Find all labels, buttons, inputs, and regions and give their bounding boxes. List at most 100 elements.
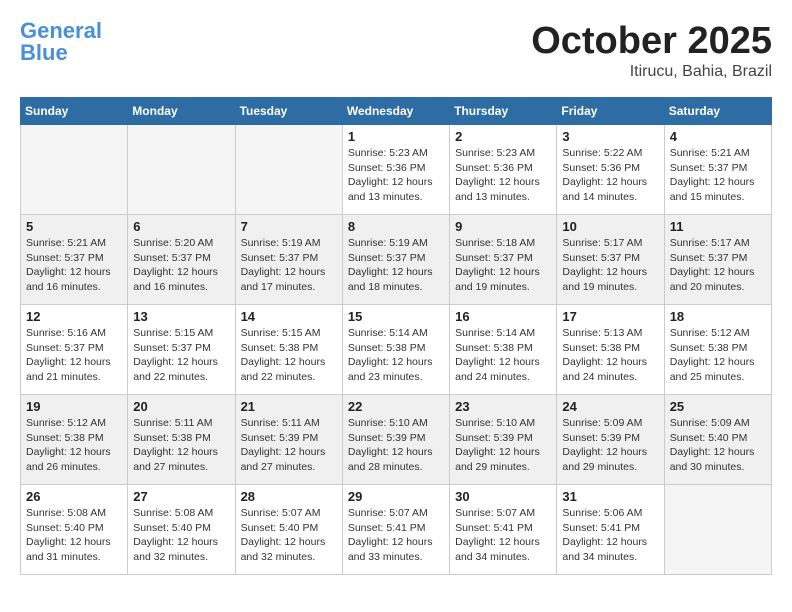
day-info: Sunrise: 5:11 AM Sunset: 5:39 PM Dayligh… xyxy=(241,416,337,475)
day-number: 8 xyxy=(348,219,444,234)
day-number: 25 xyxy=(670,399,766,414)
calendar-cell xyxy=(128,125,235,215)
day-number: 23 xyxy=(455,399,551,414)
calendar-cell: 22 Sunrise: 5:10 AM Sunset: 5:39 PM Dayli… xyxy=(342,395,449,485)
calendar-cell: 10 Sunrise: 5:17 AM Sunset: 5:37 PM Dayli… xyxy=(557,215,664,305)
calendar-cell: 20 Sunrise: 5:11 AM Sunset: 5:38 PM Dayli… xyxy=(128,395,235,485)
calendar-table: SundayMondayTuesdayWednesdayThursdayFrid… xyxy=(20,97,772,575)
day-info: Sunrise: 5:15 AM Sunset: 5:38 PM Dayligh… xyxy=(241,326,337,385)
day-number: 20 xyxy=(133,399,229,414)
calendar-cell: 8 Sunrise: 5:19 AM Sunset: 5:37 PM Daylig… xyxy=(342,215,449,305)
title-block: October 2025 Itirucu, Bahia, Brazil xyxy=(531,20,772,81)
day-number: 31 xyxy=(562,489,658,504)
header-tuesday: Tuesday xyxy=(235,98,342,125)
day-number: 18 xyxy=(670,309,766,324)
day-info: Sunrise: 5:17 AM Sunset: 5:37 PM Dayligh… xyxy=(670,236,766,295)
day-number: 27 xyxy=(133,489,229,504)
day-number: 19 xyxy=(26,399,122,414)
day-info: Sunrise: 5:09 AM Sunset: 5:39 PM Dayligh… xyxy=(562,416,658,475)
calendar-cell: 17 Sunrise: 5:13 AM Sunset: 5:38 PM Dayli… xyxy=(557,305,664,395)
calendar-cell xyxy=(664,485,771,575)
day-info: Sunrise: 5:19 AM Sunset: 5:37 PM Dayligh… xyxy=(348,236,444,295)
logo: General Blue xyxy=(20,20,102,64)
calendar-cell: 3 Sunrise: 5:22 AM Sunset: 5:36 PM Daylig… xyxy=(557,125,664,215)
day-number: 5 xyxy=(26,219,122,234)
header-saturday: Saturday xyxy=(664,98,771,125)
header-friday: Friday xyxy=(557,98,664,125)
day-number: 17 xyxy=(562,309,658,324)
calendar-cell: 6 Sunrise: 5:20 AM Sunset: 5:37 PM Daylig… xyxy=(128,215,235,305)
header-thursday: Thursday xyxy=(450,98,557,125)
day-info: Sunrise: 5:23 AM Sunset: 5:36 PM Dayligh… xyxy=(348,146,444,205)
calendar-week-row: 19 Sunrise: 5:12 AM Sunset: 5:38 PM Dayli… xyxy=(21,395,772,485)
day-info: Sunrise: 5:16 AM Sunset: 5:37 PM Dayligh… xyxy=(26,326,122,385)
calendar-cell: 12 Sunrise: 5:16 AM Sunset: 5:37 PM Dayli… xyxy=(21,305,128,395)
day-info: Sunrise: 5:08 AM Sunset: 5:40 PM Dayligh… xyxy=(26,506,122,565)
day-number: 10 xyxy=(562,219,658,234)
day-number: 13 xyxy=(133,309,229,324)
calendar-cell: 27 Sunrise: 5:08 AM Sunset: 5:40 PM Dayli… xyxy=(128,485,235,575)
day-info: Sunrise: 5:08 AM Sunset: 5:40 PM Dayligh… xyxy=(133,506,229,565)
calendar-cell: 18 Sunrise: 5:12 AM Sunset: 5:38 PM Dayli… xyxy=(664,305,771,395)
day-info: Sunrise: 5:07 AM Sunset: 5:40 PM Dayligh… xyxy=(241,506,337,565)
page-header: General Blue October 2025 Itirucu, Bahia… xyxy=(20,20,772,81)
day-info: Sunrise: 5:12 AM Sunset: 5:38 PM Dayligh… xyxy=(670,326,766,385)
calendar-cell: 26 Sunrise: 5:08 AM Sunset: 5:40 PM Dayli… xyxy=(21,485,128,575)
day-number: 14 xyxy=(241,309,337,324)
day-info: Sunrise: 5:07 AM Sunset: 5:41 PM Dayligh… xyxy=(455,506,551,565)
calendar-week-row: 1 Sunrise: 5:23 AM Sunset: 5:36 PM Daylig… xyxy=(21,125,772,215)
calendar-cell: 25 Sunrise: 5:09 AM Sunset: 5:40 PM Dayli… xyxy=(664,395,771,485)
calendar-week-row: 12 Sunrise: 5:16 AM Sunset: 5:37 PM Dayli… xyxy=(21,305,772,395)
day-info: Sunrise: 5:20 AM Sunset: 5:37 PM Dayligh… xyxy=(133,236,229,295)
calendar-cell: 7 Sunrise: 5:19 AM Sunset: 5:37 PM Daylig… xyxy=(235,215,342,305)
day-number: 30 xyxy=(455,489,551,504)
day-number: 28 xyxy=(241,489,337,504)
day-number: 4 xyxy=(670,129,766,144)
day-info: Sunrise: 5:09 AM Sunset: 5:40 PM Dayligh… xyxy=(670,416,766,475)
day-info: Sunrise: 5:10 AM Sunset: 5:39 PM Dayligh… xyxy=(348,416,444,475)
header-sunday: Sunday xyxy=(21,98,128,125)
calendar-cell: 15Sunrise: 5:14 AM Sunset: 5:38 PM Dayli… xyxy=(342,305,449,395)
calendar-cell: 1 Sunrise: 5:23 AM Sunset: 5:36 PM Daylig… xyxy=(342,125,449,215)
day-info: Sunrise: 5:19 AM Sunset: 5:37 PM Dayligh… xyxy=(241,236,337,295)
day-number: 2 xyxy=(455,129,551,144)
calendar-cell: 9 Sunrise: 5:18 AM Sunset: 5:37 PM Daylig… xyxy=(450,215,557,305)
header-wednesday: Wednesday xyxy=(342,98,449,125)
calendar-cell xyxy=(21,125,128,215)
day-info: Sunrise: 5:11 AM Sunset: 5:38 PM Dayligh… xyxy=(133,416,229,475)
day-number: 29 xyxy=(348,489,444,504)
day-number: 3 xyxy=(562,129,658,144)
calendar-cell: 4Sunrise: 5:21 AM Sunset: 5:37 PM Daylig… xyxy=(664,125,771,215)
day-info: Sunrise: 5:12 AM Sunset: 5:38 PM Dayligh… xyxy=(26,416,122,475)
day-number: 22 xyxy=(348,399,444,414)
day-number: 26 xyxy=(26,489,122,504)
calendar-cell: 19 Sunrise: 5:12 AM Sunset: 5:38 PM Dayli… xyxy=(21,395,128,485)
day-info: Sunrise: 5:15 AM Sunset: 5:37 PM Dayligh… xyxy=(133,326,229,385)
calendar-cell: 29Sunrise: 5:07 AM Sunset: 5:41 PM Dayli… xyxy=(342,485,449,575)
day-number: 7 xyxy=(241,219,337,234)
day-info: Sunrise: 5:13 AM Sunset: 5:38 PM Dayligh… xyxy=(562,326,658,385)
calendar-cell: 11 Sunrise: 5:17 AM Sunset: 5:37 PM Dayli… xyxy=(664,215,771,305)
logo-blue: Blue xyxy=(20,40,68,65)
calendar-cell: 14 Sunrise: 5:15 AM Sunset: 5:38 PM Dayli… xyxy=(235,305,342,395)
location: Itirucu, Bahia, Brazil xyxy=(531,63,772,81)
day-number: 24 xyxy=(562,399,658,414)
calendar-cell: 30 Sunrise: 5:07 AM Sunset: 5:41 PM Dayli… xyxy=(450,485,557,575)
day-info: Sunrise: 5:23 AM Sunset: 5:36 PM Dayligh… xyxy=(455,146,551,205)
day-info: Sunrise: 5:17 AM Sunset: 5:37 PM Dayligh… xyxy=(562,236,658,295)
calendar-cell: 5Sunrise: 5:21 AM Sunset: 5:37 PM Daylig… xyxy=(21,215,128,305)
day-info: Sunrise: 5:22 AM Sunset: 5:36 PM Dayligh… xyxy=(562,146,658,205)
day-number: 16 xyxy=(455,309,551,324)
day-number: 12 xyxy=(26,309,122,324)
logo-text: General Blue xyxy=(20,20,102,64)
calendar-week-row: 26 Sunrise: 5:08 AM Sunset: 5:40 PM Dayli… xyxy=(21,485,772,575)
month-title: October 2025 xyxy=(531,20,772,63)
day-info: Sunrise: 5:14 AM Sunset: 5:38 PM Dayligh… xyxy=(348,326,444,385)
calendar-cell xyxy=(235,125,342,215)
day-number: 11 xyxy=(670,219,766,234)
day-number: 1 xyxy=(348,129,444,144)
day-number: 9 xyxy=(455,219,551,234)
day-number: 6 xyxy=(133,219,229,234)
day-info: Sunrise: 5:18 AM Sunset: 5:37 PM Dayligh… xyxy=(455,236,551,295)
calendar-cell: 24 Sunrise: 5:09 AM Sunset: 5:39 PM Dayli… xyxy=(557,395,664,485)
